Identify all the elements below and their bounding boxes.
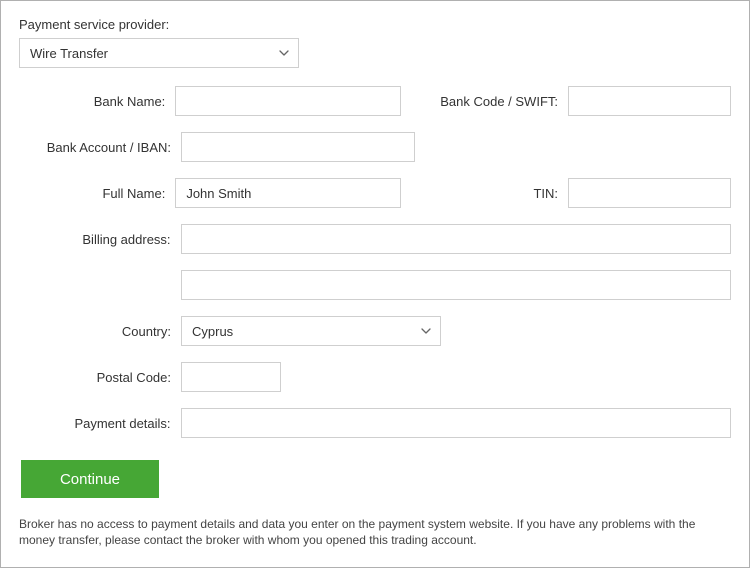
postal-code-label: Postal Code:: [19, 370, 181, 385]
bank-name-input[interactable]: [175, 86, 401, 116]
psp-value: Wire Transfer: [30, 46, 108, 61]
psp-label: Payment service provider:: [19, 17, 731, 32]
tin-label: TIN:: [419, 186, 568, 201]
tin-input[interactable]: [568, 178, 731, 208]
country-select[interactable]: Cyprus: [181, 316, 441, 346]
country-label: Country:: [19, 324, 181, 339]
bank-code-label: Bank Code / SWIFT:: [419, 94, 568, 109]
billing-address-label: Billing address:: [19, 232, 181, 247]
iban-label: Bank Account / IBAN:: [19, 140, 181, 155]
billing-address-1-input[interactable]: [181, 224, 731, 254]
full-name-label: Full Name:: [19, 186, 175, 201]
iban-input[interactable]: [181, 132, 415, 162]
country-value: Cyprus: [192, 324, 233, 339]
billing-address-2-input[interactable]: [181, 270, 731, 300]
payment-details-label: Payment details:: [19, 416, 181, 431]
continue-button[interactable]: Continue: [21, 460, 159, 498]
payment-form-panel: Payment service provider: Wire Transfer …: [0, 0, 750, 568]
bank-code-input[interactable]: [568, 86, 731, 116]
disclaimer-text: Broker has no access to payment details …: [19, 516, 731, 548]
bank-name-label: Bank Name:: [19, 94, 175, 109]
psp-select[interactable]: Wire Transfer: [19, 38, 299, 68]
full-name-input[interactable]: [175, 178, 401, 208]
postal-code-input[interactable]: [181, 362, 281, 392]
payment-details-input[interactable]: [181, 408, 731, 438]
